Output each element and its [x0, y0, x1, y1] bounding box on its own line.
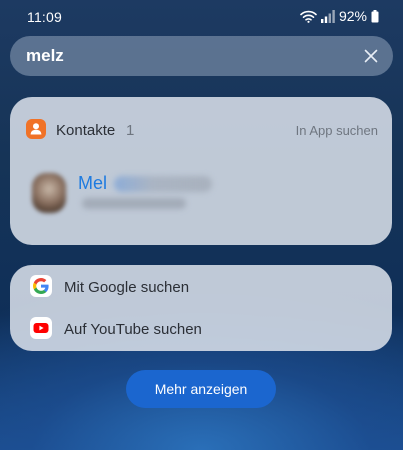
contacts-section-title: Kontakte	[56, 122, 116, 139]
contacts-card: Kontakte 1 In App suchen Mel	[10, 97, 392, 245]
youtube-search-label: Auf YouTube suchen	[64, 321, 202, 338]
contact-subtitle-obscured	[82, 198, 186, 209]
contacts-count: 1	[126, 122, 135, 139]
youtube-icon	[30, 317, 52, 339]
signal-icon	[320, 9, 335, 23]
show-more-button[interactable]: Mehr anzeigen	[126, 370, 276, 408]
avatar	[32, 173, 66, 213]
search-in-app-link[interactable]: In App suchen	[296, 123, 378, 138]
contact-name-obscured	[114, 176, 212, 192]
contact-name: Mel	[78, 173, 108, 193]
search-bar[interactable]: melz	[10, 36, 393, 76]
youtube-search-item[interactable]: Auf YouTube suchen	[10, 311, 392, 349]
status-icons: 92%	[300, 8, 379, 24]
status-time: 11:09	[27, 9, 62, 25]
search-input[interactable]: melz	[26, 46, 64, 66]
google-icon	[30, 275, 52, 297]
battery-percent: 92%	[338, 8, 367, 24]
web-search-card: Mit Google suchen Auf YouTube suchen	[10, 265, 392, 351]
google-search-item[interactable]: Mit Google suchen	[10, 269, 392, 307]
wifi-icon	[300, 10, 317, 23]
battery-icon	[371, 9, 379, 23]
google-search-label: Mit Google suchen	[64, 279, 190, 296]
status-bar: 11:09 92%	[0, 0, 403, 32]
close-icon[interactable]	[361, 46, 381, 66]
contact-result-row[interactable]: Mel	[10, 163, 392, 223]
person-icon	[26, 119, 46, 139]
